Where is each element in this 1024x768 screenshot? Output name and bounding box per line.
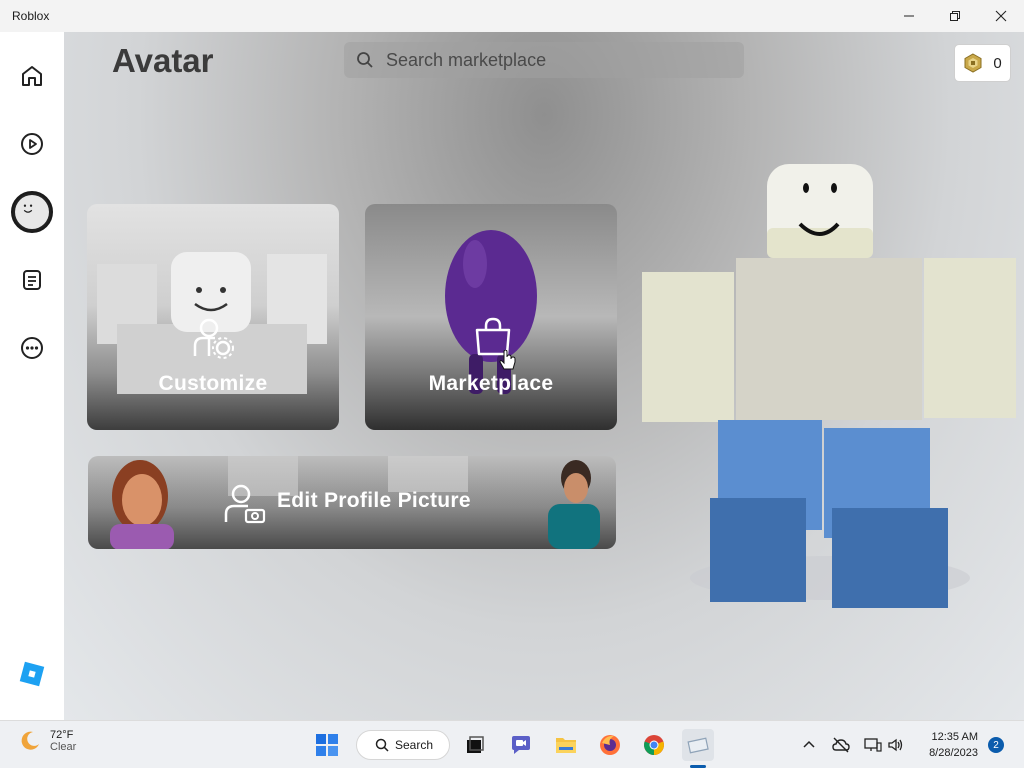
moon-icon: [21, 731, 39, 750]
minimize-icon: [904, 15, 914, 17]
taskbar-search-button[interactable]: Search: [356, 730, 450, 760]
avatar-icon: [11, 191, 53, 233]
chrome-button[interactable]: [638, 729, 670, 761]
show-hidden-icons-button[interactable]: [797, 733, 821, 757]
search-placeholder: Search marketplace: [386, 49, 547, 70]
avatar-page: Avatar Search marketplace 0 Customize Ma…: [64, 32, 1024, 720]
folder-icon: [556, 738, 576, 753]
firefox-icon: [600, 735, 620, 755]
search-input[interactable]: Search marketplace: [344, 42, 744, 78]
marketplace-label: Marketplace: [428, 372, 554, 395]
roblox-app-icon: [687, 737, 709, 754]
user-camera-icon: [224, 484, 266, 524]
search-icon: [357, 52, 373, 68]
cloud-offline-icon: [832, 737, 850, 753]
volume-button[interactable]: [884, 733, 908, 757]
more-icon: [21, 337, 43, 359]
search-icon: [375, 738, 389, 752]
marketplace-card[interactable]: Marketplace: [365, 204, 617, 430]
task-view-icon: [467, 736, 484, 753]
close-icon: [995, 10, 1007, 22]
task-view-button[interactable]: [459, 729, 491, 761]
file-explorer-button[interactable]: [550, 729, 582, 761]
windows-icon: [316, 734, 338, 756]
clock-time: 12:35 AM: [931, 731, 978, 743]
window-title: Roblox: [12, 9, 50, 23]
clock-date: 8/28/2023: [929, 747, 978, 759]
close-button[interactable]: [978, 0, 1024, 32]
onedrive-button[interactable]: [829, 733, 853, 757]
robux-count: 0: [993, 54, 1002, 72]
weather-condition: Clear: [50, 741, 77, 753]
document-icon: [23, 270, 41, 290]
sidebar-item-avatar[interactable]: [0, 188, 64, 236]
restore-icon: [950, 11, 960, 21]
sidebar-item-more[interactable]: [0, 324, 64, 372]
weather-temperature: 72°F: [50, 729, 74, 741]
network-icon: [864, 738, 882, 752]
sidebar-item-chat[interactable]: [0, 256, 64, 304]
edit-profile-picture-card[interactable]: Edit Profile Picture: [88, 456, 616, 549]
title-bar: Roblox: [0, 0, 1024, 32]
speaker-icon: [888, 738, 903, 752]
sidebar-item-home[interactable]: [0, 52, 64, 100]
firefox-button[interactable]: [594, 729, 626, 761]
roblox-logo[interactable]: [0, 650, 64, 698]
robux-balance-button[interactable]: 0: [954, 44, 1011, 82]
sidebar-item-play[interactable]: [0, 120, 64, 168]
customize-label: Customize: [158, 372, 268, 395]
sidebar: [0, 32, 64, 720]
customize-icon: [193, 318, 234, 359]
chat-icon: [512, 736, 530, 754]
customize-card[interactable]: Customize: [87, 204, 339, 430]
window-controls: [886, 0, 1024, 32]
page-title: Avatar: [112, 42, 214, 79]
chevron-up-icon: [803, 740, 815, 748]
chat-app-button[interactable]: [505, 729, 537, 761]
edit-profile-picture-label: Edit Profile Picture: [277, 489, 471, 512]
taskbar: 72°F Clear Search 12:35 AM 8/28/2023 2: [0, 720, 1024, 768]
roblox-logo-icon: [19, 661, 45, 687]
play-icon: [21, 133, 43, 155]
minimize-button[interactable]: [886, 0, 932, 32]
taskbar-search-label: Search: [395, 738, 434, 752]
weather-widget[interactable]: 72°F Clear: [18, 729, 76, 753]
avatar-3d-preview: [642, 164, 1016, 608]
restore-button[interactable]: [932, 0, 978, 32]
network-button[interactable]: [861, 733, 885, 757]
clock[interactable]: 12:35 AM 8/28/2023: [910, 729, 978, 761]
roblox-taskbar-button[interactable]: [682, 729, 714, 761]
start-button[interactable]: [311, 729, 343, 761]
robux-icon: [964, 53, 982, 73]
notification-badge[interactable]: 2: [988, 737, 1004, 753]
chrome-icon: [644, 735, 664, 755]
hand-cursor-icon: [499, 350, 516, 370]
home-icon: [22, 66, 42, 86]
